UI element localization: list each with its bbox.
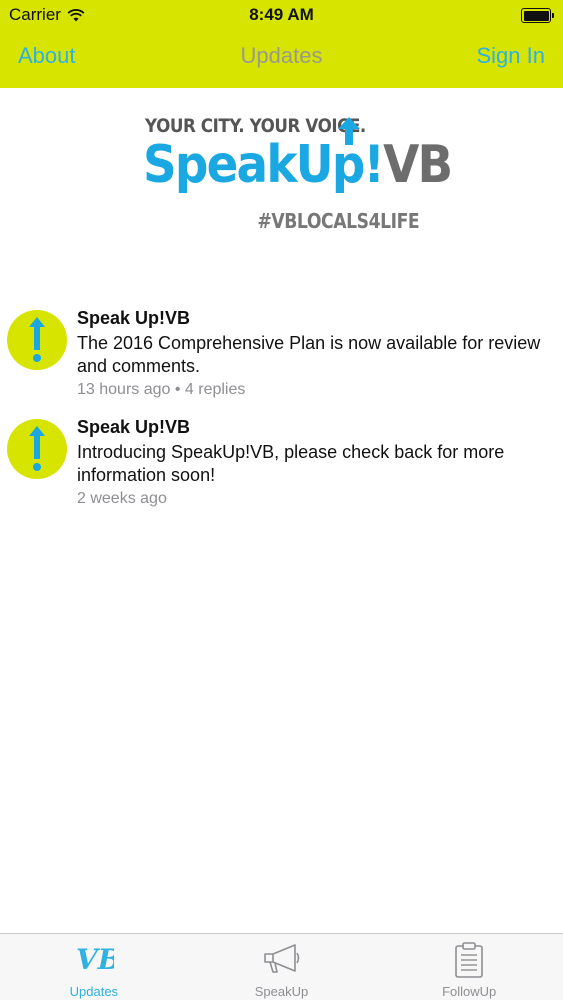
tab-followup-label: FollowUp (442, 984, 497, 999)
updates-feed: Speak Up!VB The 2016 Comprehensive Plan … (0, 305, 563, 523)
update-post[interactable]: Speak Up!VB The 2016 Comprehensive Plan … (0, 305, 563, 414)
logo-brand-exclamation: ! (363, 135, 385, 195)
post-body: Introducing SpeakUp!VB, please check bac… (77, 442, 505, 485)
post-author: Speak Up!VB (77, 417, 191, 437)
logo-brand: SpeakUp!VB (143, 139, 453, 191)
post-body: The 2016 Comprehensive Plan is now avail… (77, 333, 541, 376)
update-post[interactable]: Speak Up!VB Introducing SpeakUp!VB, plea… (0, 414, 563, 523)
tab-followup[interactable]: FollowUp (375, 934, 563, 1000)
exclamation-arrow-icon (29, 426, 45, 471)
status-bar: Carrier 8:49 AM (0, 0, 563, 30)
tab-updates[interactable]: VB Updates (0, 934, 188, 1000)
avatar (7, 310, 67, 370)
logo-brand-speakup: SpeakUp (143, 135, 365, 195)
tab-bar: VB Updates SpeakUp FollowUp (0, 933, 563, 1000)
nav-bar: About Updates Sign In (0, 30, 563, 88)
svg-text:VB: VB (76, 943, 114, 975)
logo-tagline: YOUR CITY. YOUR VOICE. (145, 115, 366, 137)
status-time: 8:49 AM (249, 5, 314, 24)
post-meta: 2 weeks ago (77, 490, 167, 507)
battery-icon (521, 8, 554, 23)
post-meta: 13 hours ago • 4 replies (77, 381, 246, 398)
exclamation-arrow-icon (29, 317, 45, 362)
tab-speakup-label: SpeakUp (254, 984, 309, 999)
clipboard-icon (455, 942, 483, 978)
tab-speakup[interactable]: SpeakUp (188, 934, 376, 1000)
sign-in-button[interactable]: Sign In (477, 43, 546, 69)
avatar (7, 419, 67, 479)
tab-updates-label: Updates (69, 984, 119, 999)
vb-logo-icon: VB (76, 943, 114, 975)
post-author: Speak Up!VB (77, 308, 191, 328)
megaphone-icon (263, 944, 299, 973)
app-header: Carrier 8:49 AM About Updates Sign In (0, 0, 563, 88)
logo-brand-vb: VB (383, 135, 453, 195)
logo-hashtag: #VBLOCALS4LIFE (257, 209, 419, 233)
speakup-vb-logo: YOUR CITY. YOUR VOICE. SpeakUp!VB #VBLOC… (143, 113, 453, 238)
logo-arrow-icon (338, 117, 360, 145)
